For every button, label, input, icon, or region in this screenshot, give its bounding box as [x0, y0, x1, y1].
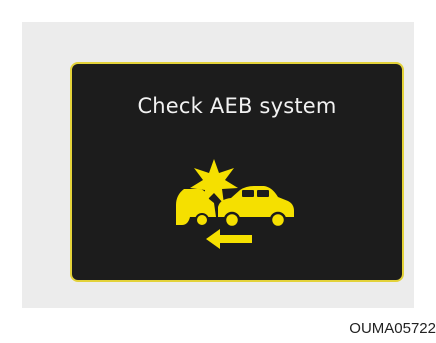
cluster-display: Check AEB system	[70, 62, 404, 282]
figure-code: OUMA05722	[349, 320, 436, 337]
warning-message: Check AEB system	[137, 94, 337, 118]
aeb-collision-warning-icon	[176, 159, 294, 249]
arrow-left-icon	[206, 229, 252, 249]
